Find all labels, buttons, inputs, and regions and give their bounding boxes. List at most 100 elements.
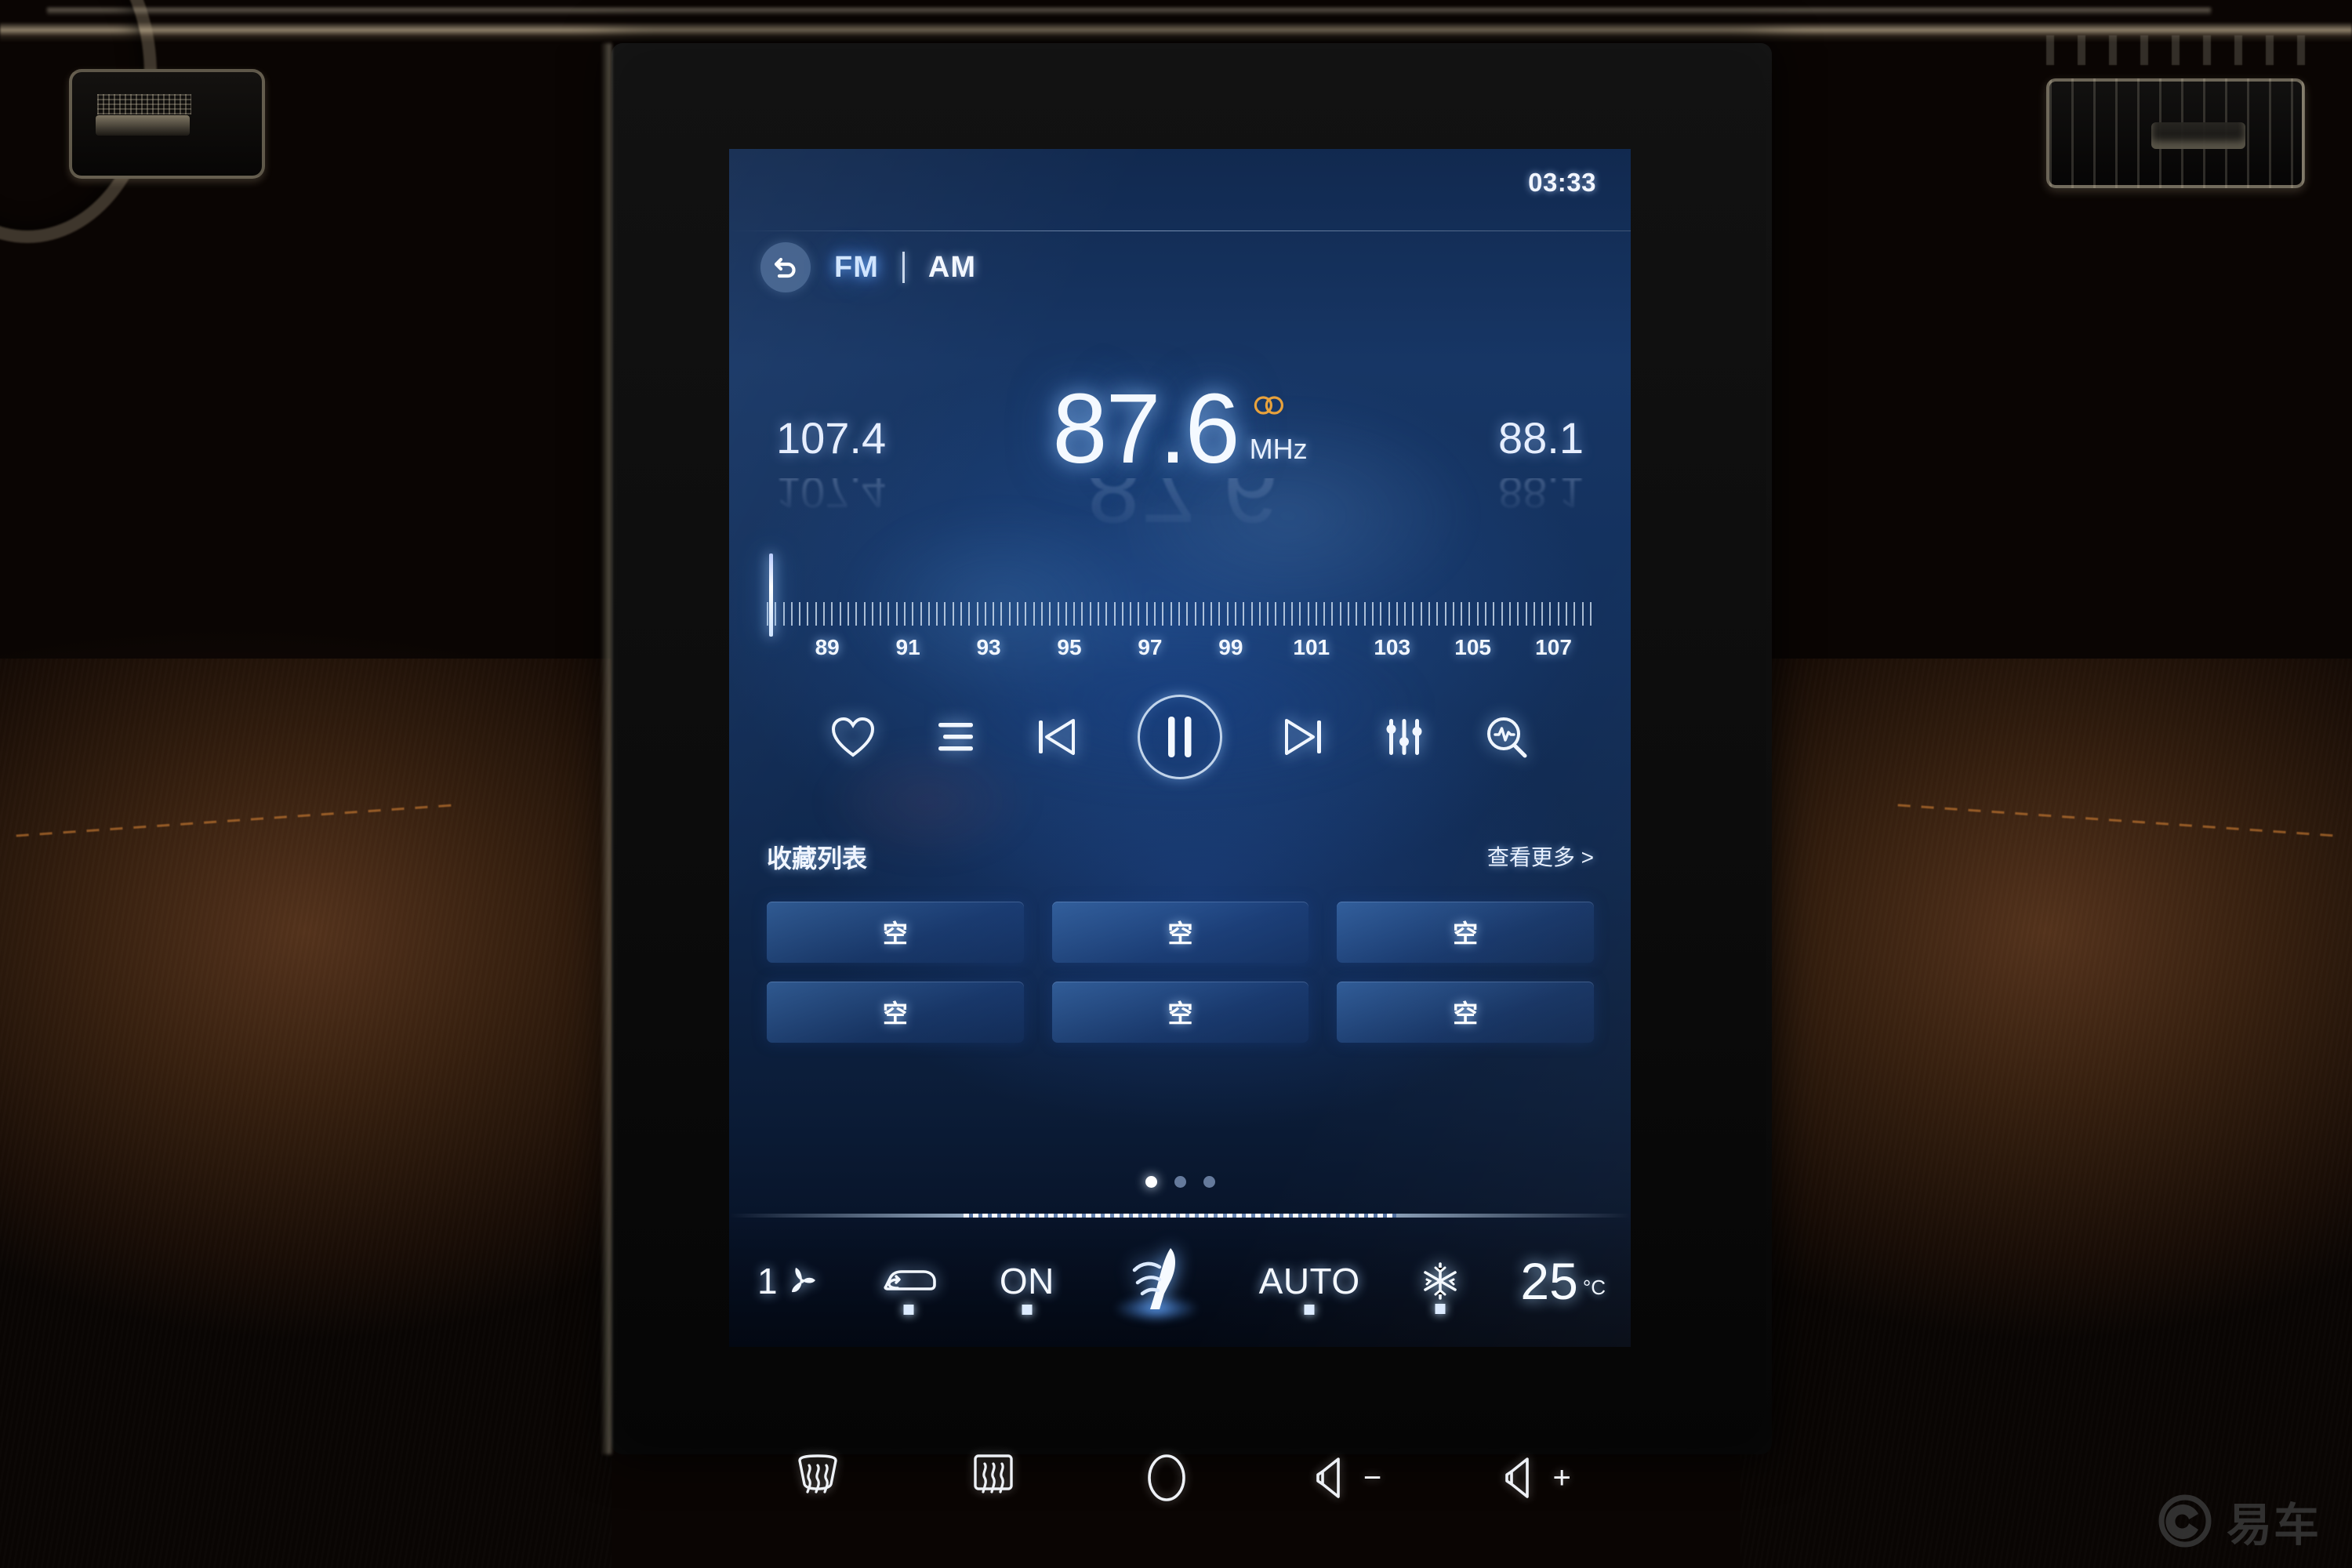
scale-tick-minor (1299, 602, 1301, 626)
seat-airflow-button[interactable] (1111, 1242, 1202, 1322)
scale-tick-minor (1348, 602, 1350, 626)
frequency-row: 107.4 87.6 MHz 88.1 (729, 379, 1631, 486)
home-button[interactable] (1141, 1452, 1192, 1504)
rear-defrost-icon (974, 1454, 1014, 1494)
preset-label: 空 (1167, 920, 1193, 948)
status-clock: 03:33 (1528, 168, 1596, 197)
hardware-button-bar: − + (729, 1411, 1631, 1544)
scale-tick-minor (1468, 602, 1471, 626)
fan-speed-value: 1 (757, 1261, 779, 1301)
scale-tick-minor (993, 602, 995, 626)
right-vent-slider[interactable] (2151, 122, 2245, 149)
volume-down-button[interactable]: − (1312, 1454, 1381, 1501)
previous-frequency[interactable]: 107.4 (776, 412, 886, 463)
pause-icon (1168, 717, 1192, 757)
band-tab-fm[interactable]: FM (834, 251, 879, 285)
previous-icon (1039, 719, 1075, 755)
scale-tick-minor (968, 602, 971, 626)
preset-button[interactable]: 空 (767, 982, 1024, 1043)
next-button[interactable] (1280, 716, 1324, 758)
preset-button[interactable]: 空 (1337, 902, 1594, 963)
recirculation-icon (884, 1270, 937, 1290)
frequency-unit: MHz (1249, 433, 1308, 465)
next-frequency[interactable]: 88.1 (1498, 412, 1584, 463)
pagination-dot[interactable] (1203, 1176, 1215, 1188)
view-more-link[interactable]: 查看更多 > (1487, 840, 1594, 872)
scale-tick-minor (1049, 602, 1051, 626)
favorite-button[interactable] (830, 716, 876, 758)
scale-tick-minor (1210, 602, 1213, 626)
scale-label: 91 (895, 635, 920, 659)
band-tab-am[interactable]: AM (928, 251, 976, 285)
scale-tick-minor (984, 602, 986, 626)
scale-tick-minor (831, 602, 833, 626)
fan-icon (792, 1268, 816, 1293)
preset-button[interactable]: 空 (1051, 982, 1309, 1043)
scale-tick-minor (839, 602, 841, 626)
scale-tick-minor (1130, 602, 1132, 626)
recirculation-indicator (903, 1305, 914, 1315)
yiche-logo-icon (2158, 1494, 2212, 1548)
back-arrow-icon (774, 257, 796, 278)
playlist-button[interactable] (934, 718, 978, 756)
scale-tick-minor (1162, 602, 1164, 626)
watermark: 易车 (2158, 1488, 2321, 1554)
scale-tick-minor (1145, 602, 1148, 626)
ac-cool-button[interactable] (1417, 1261, 1464, 1314)
infotainment-screen[interactable]: 03:33 FM AM 107.4 87.6 MHz 88.1 107.4 88… (729, 149, 1631, 1347)
scale-tick-minor (1565, 602, 1567, 626)
volume-down-label: − (1363, 1460, 1382, 1495)
left-air-vent[interactable] (69, 69, 265, 179)
scale-tick-minor (1025, 602, 1027, 626)
scan-search-button[interactable] (1484, 715, 1530, 759)
fan-speed-control[interactable]: 1 (757, 1260, 818, 1302)
front-defrost-button[interactable] (789, 1453, 847, 1503)
temperature-unit: °C (1582, 1276, 1606, 1299)
preset-label: 空 (882, 920, 908, 948)
scale-tick-minor (880, 602, 882, 626)
right-air-vent[interactable] (2046, 78, 2305, 188)
scale-tick-minor (1501, 602, 1503, 626)
right-leather-trim (1740, 659, 2352, 1568)
recirculation-button[interactable] (875, 1260, 942, 1315)
scale-tick-minor (1581, 602, 1584, 626)
pagination-dots[interactable] (729, 1176, 1631, 1188)
preset-button[interactable]: 空 (1051, 902, 1309, 963)
scale-tick-minor (944, 602, 946, 626)
previous-button[interactable] (1036, 716, 1080, 758)
scale-label: 99 (1218, 635, 1243, 659)
scale-label: 107 (1535, 635, 1572, 659)
ac-power-button[interactable]: ON (1000, 1260, 1054, 1315)
scale-tick-minor (1396, 602, 1398, 626)
temperature-value: 25 (1520, 1252, 1578, 1310)
climate-divider (729, 1214, 1631, 1218)
scale-label: 103 (1374, 635, 1411, 659)
current-frequency-group: 87.6 MHz (1052, 379, 1307, 478)
auto-climate-button[interactable]: AUTO (1259, 1260, 1360, 1315)
scale-tick-minor (871, 602, 873, 626)
scale-tick-minor (863, 602, 866, 626)
preset-button[interactable]: 空 (1337, 982, 1594, 1043)
favorites-header: 收藏列表 查看更多 > (767, 839, 1594, 873)
preset-button[interactable]: 空 (767, 902, 1024, 963)
equalizer-button[interactable] (1382, 716, 1426, 758)
scale-tick-minor (1040, 602, 1043, 626)
left-leather-trim (0, 659, 612, 1568)
tuning-scale[interactable] (767, 554, 1594, 637)
scale-tick-minor (1234, 602, 1236, 626)
rear-defrost-button[interactable] (966, 1453, 1021, 1503)
scale-tick-minor (1452, 602, 1454, 626)
scale-tick-minor (1589, 602, 1592, 626)
back-button[interactable] (760, 242, 811, 292)
tuning-cursor[interactable] (769, 554, 774, 637)
scale-tick-minor (1485, 602, 1487, 626)
play-pause-button[interactable] (1138, 695, 1222, 779)
auto-indicator (1304, 1305, 1315, 1315)
scale-tick-minor (1283, 602, 1285, 626)
pagination-dot[interactable] (1174, 1176, 1186, 1188)
temperature-control[interactable]: 25 °C (1520, 1255, 1606, 1307)
volume-up-button[interactable]: + (1501, 1454, 1571, 1501)
current-frequency: 87.6 (1052, 373, 1240, 484)
pagination-dot[interactable] (1145, 1176, 1157, 1188)
preset-label: 空 (1453, 1000, 1479, 1028)
